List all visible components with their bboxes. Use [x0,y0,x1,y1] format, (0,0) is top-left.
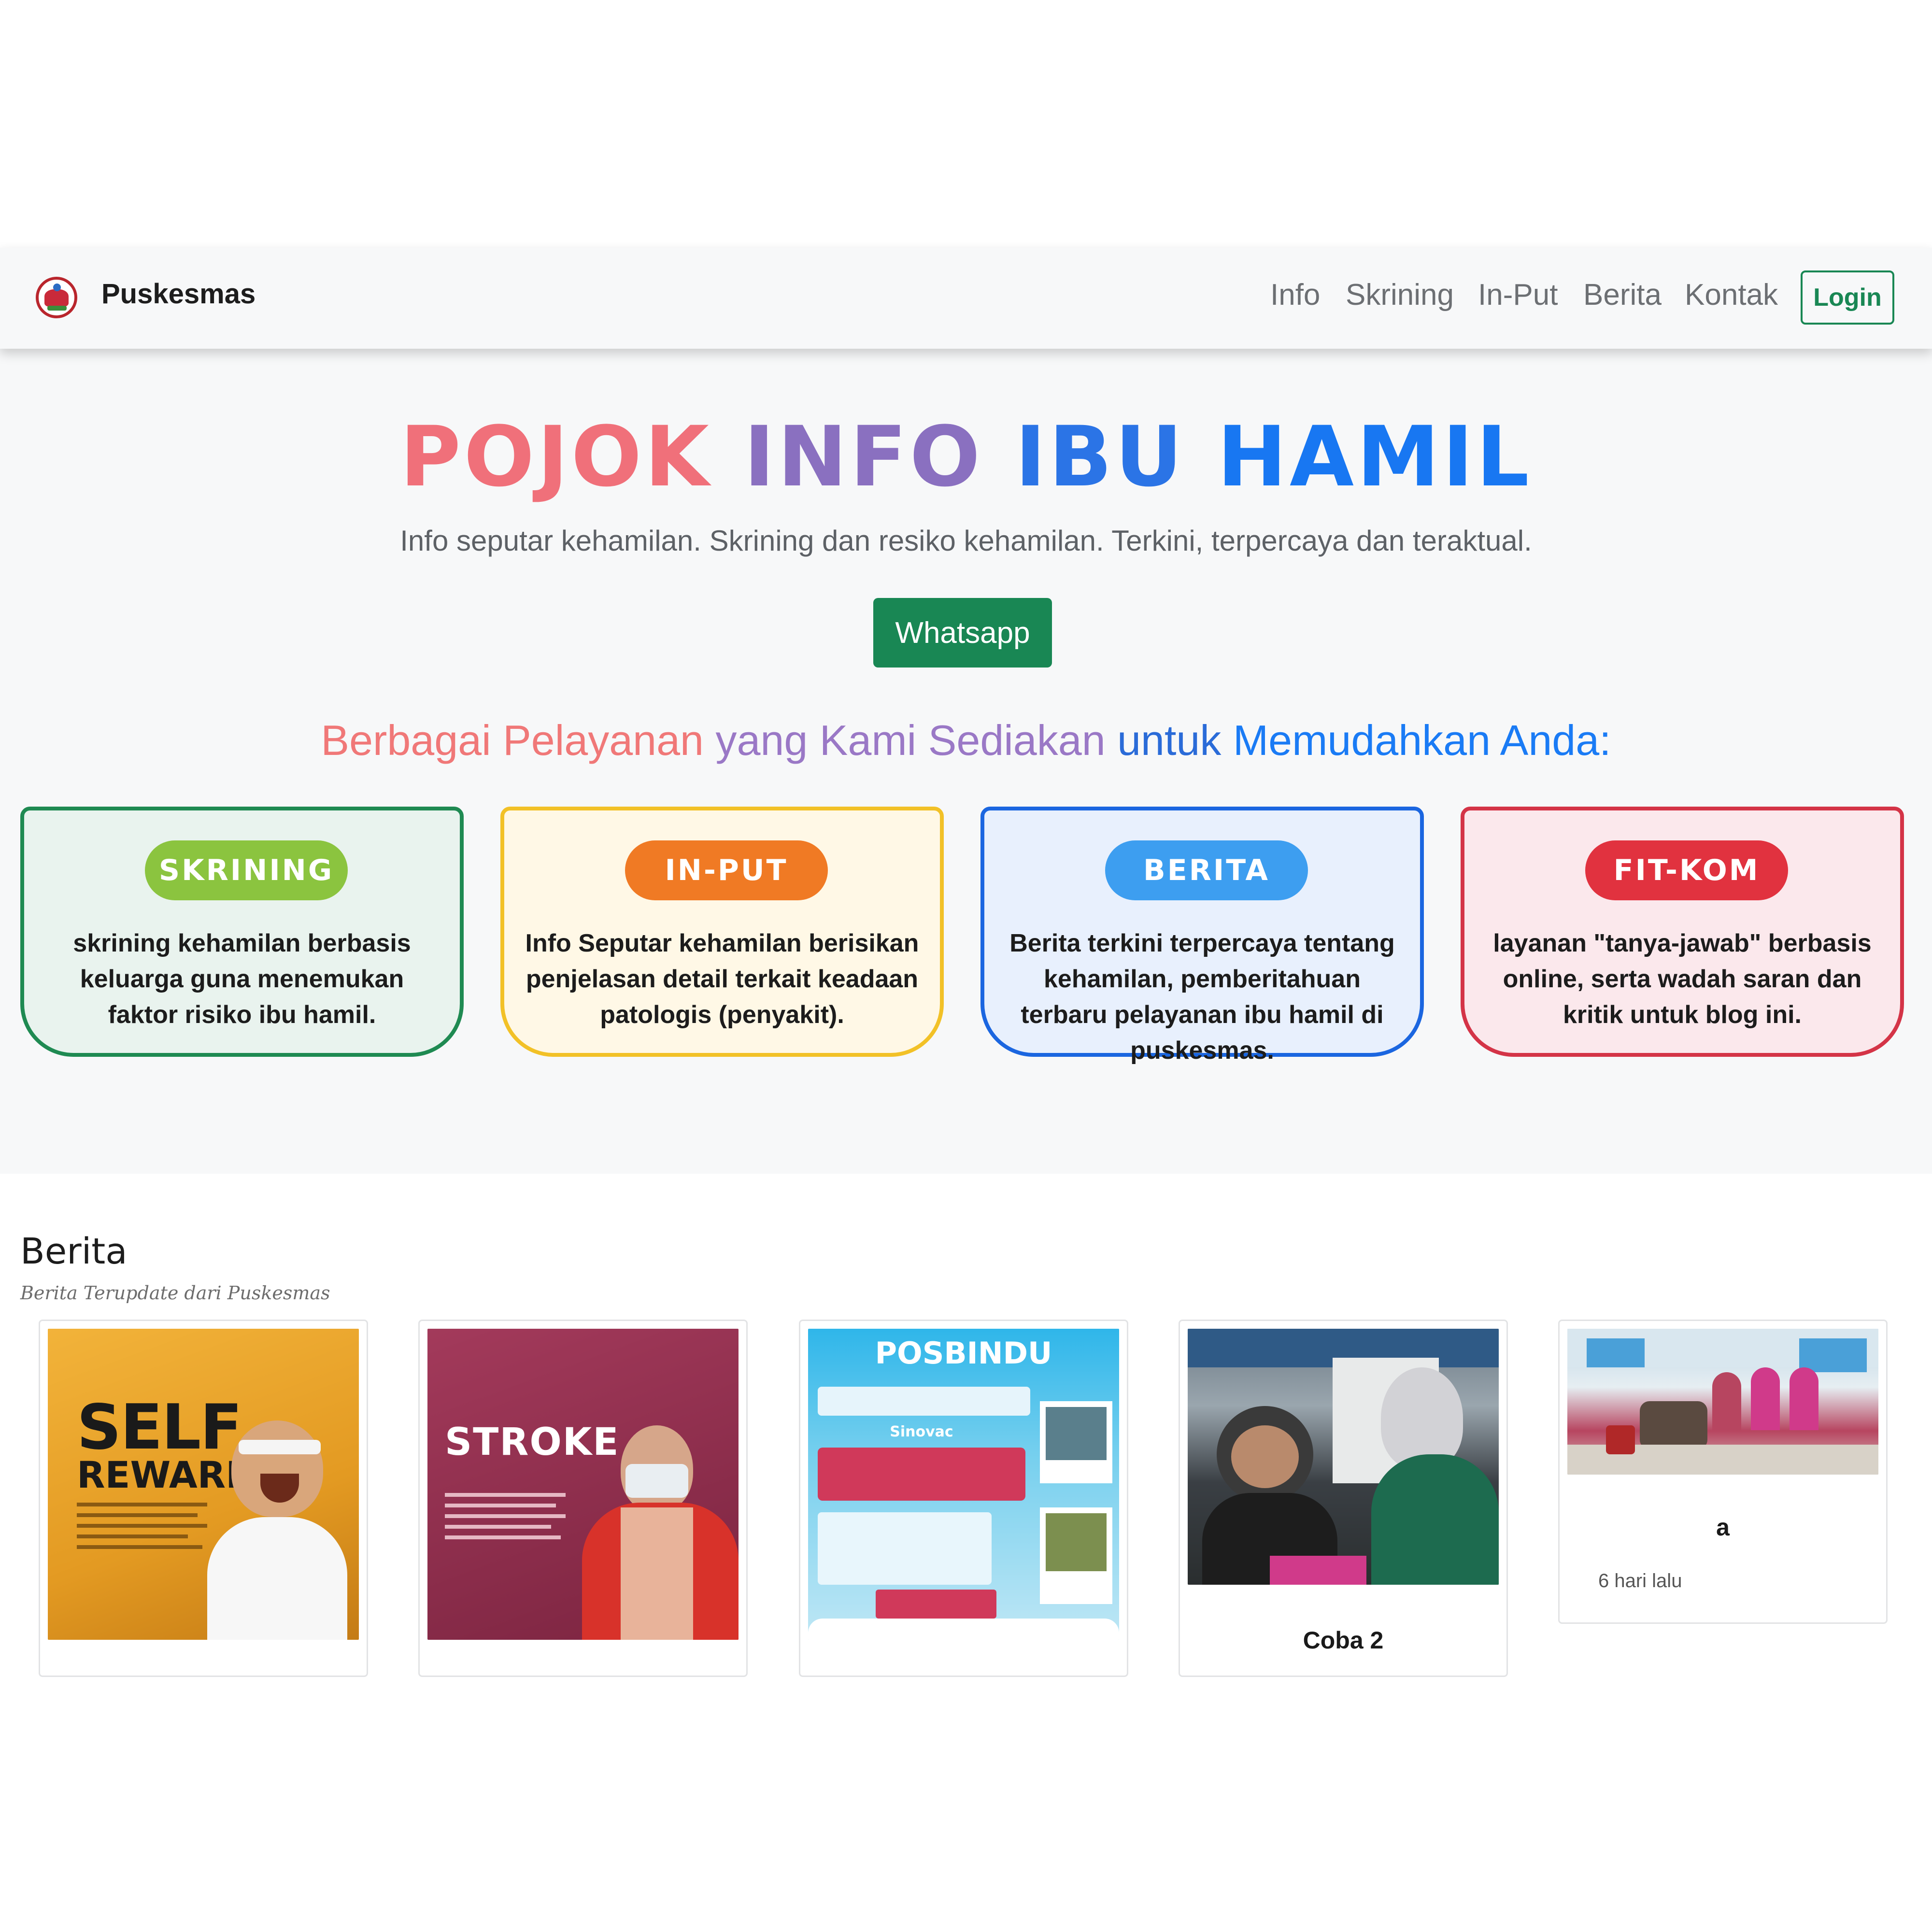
nav-link-info[interactable]: Info [1270,278,1320,312]
nav-link-berita[interactable]: Berita [1583,278,1662,312]
news-image-stroke[interactable]: STROKE [427,1329,739,1640]
nav-link-input[interactable]: In-Put [1478,278,1558,312]
news-title[interactable]: Coba 2 [1180,1626,1506,1654]
service-label-skrining[interactable]: SKRINING [145,840,348,900]
hero-title: POJOK INFO IBU HAMIL [0,415,1932,498]
service-text-skrining: skrining kehamilan berbasis keluarga gun… [73,929,411,1029]
service-text-input: Info Seputar kehamilan berisikan penjela… [525,929,919,1029]
news-card[interactable]: POSBINDU Sinovac [799,1320,1128,1677]
nav-link-skrining[interactable]: Skrining [1346,278,1454,312]
services-heading-part-5: Memudahkan Anda: [1233,716,1611,764]
news-section-title: Berita [20,1231,128,1272]
news-image-title-1: POSBINDU [875,1335,1052,1371]
news-image-title-2: Sinovac [890,1423,953,1440]
hero-title-word-2: INFO [743,408,983,505]
news-image-photo[interactable] [1188,1329,1499,1585]
service-card-berita[interactable]: BERITA Berita terkini terpercaya tentang… [980,807,1424,1065]
service-label-berita[interactable]: BERITA [1105,840,1308,900]
news-image-title-2: REWARD [77,1453,256,1496]
news-image-self-reward[interactable]: SELF REWARD [48,1329,359,1640]
services-heading-part-4: untuk [1117,716,1222,764]
brand-name[interactable]: Puskesmas [101,278,256,310]
service-label-input[interactable]: IN-PUT [625,840,828,900]
page: Puskesmas Info Skrining In-Put Berita Ko… [0,0,1932,1932]
nav-link-kontak[interactable]: Kontak [1685,278,1778,312]
news-card[interactable]: STROKE [418,1320,748,1677]
service-card-input[interactable]: IN-PUT Info Seputar kehamilan berisikan … [500,807,944,1057]
news-timestamp: 6 hari lalu [1598,1570,1682,1591]
whatsapp-button[interactable]: Whatsapp [873,598,1052,668]
services-heading-part-2: yang [715,716,808,764]
service-card-skrining[interactable]: SKRINING skrining kehamilan berbasis kel… [20,807,464,1057]
news-card[interactable]: a 6 hari lalu [1558,1320,1888,1624]
service-text-berita: Berita terkini terpercaya tentang kehami… [1009,929,1395,1065]
news-card[interactable]: SELF REWARD [39,1320,368,1677]
news-image-photo[interactable] [1567,1329,1878,1475]
hero-title-word-3: IBU [1015,408,1186,505]
hero-title-word-4: HAMIL [1217,408,1532,505]
news-title[interactable]: a [1560,1513,1886,1541]
service-card-fitkom[interactable]: FIT-KOM layanan "tanya-jawab" berbasis o… [1461,807,1904,1057]
news-image-title-1: SELF [77,1392,242,1463]
service-text-fitkom: layanan "tanya-jawab" berbasis online, s… [1493,929,1872,1029]
news-image-posbindu[interactable]: POSBINDU Sinovac [808,1329,1119,1640]
service-label-fitkom[interactable]: FIT-KOM [1585,840,1788,900]
services-heading: Berbagai Pelayanan yang Kami Sediakan un… [0,717,1932,764]
hero-subtitle: Info seputar kehamilan. Skrining dan res… [400,525,1532,557]
services-heading-part-1: Berbagai Pelayanan [321,716,704,764]
hero-title-word-1: POJOK [400,408,712,505]
puskesmas-logo-icon[interactable] [36,277,77,318]
services-heading-part-3: Kami Sediakan [819,716,1106,764]
news-image-title-1: STROKE [445,1421,620,1464]
login-button[interactable]: Login [1801,270,1894,325]
news-section-subtitle: Berita Terupdate dari Puskesmas [20,1282,330,1304]
news-card[interactable]: Coba 2 [1179,1320,1508,1677]
